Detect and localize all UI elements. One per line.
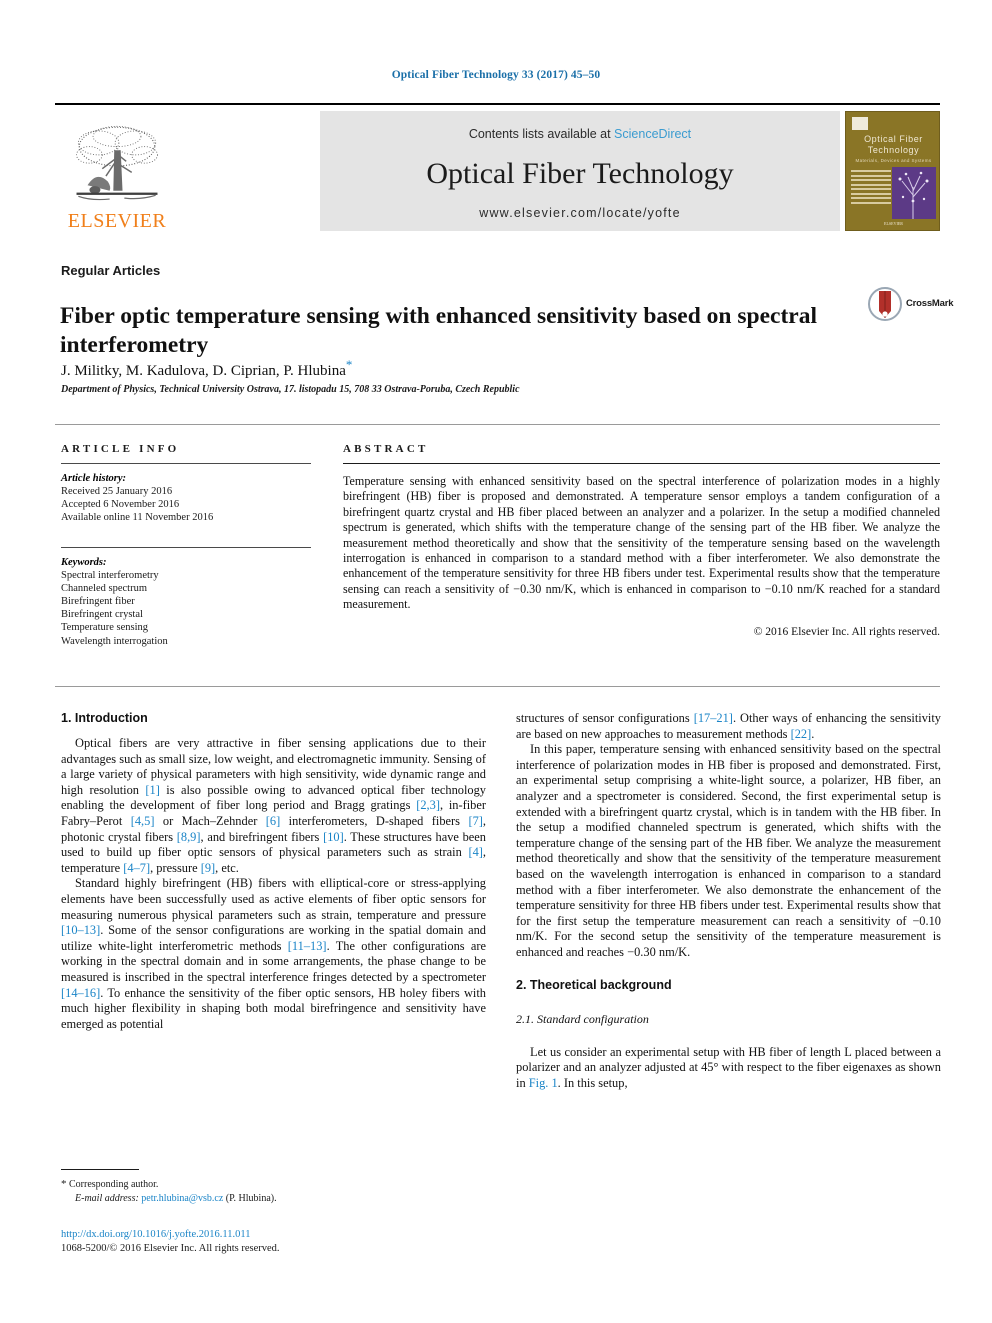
crossmark-icon	[868, 287, 902, 321]
issn-copyright-line: 1068-5200/© 2016 Elsevier Inc. All right…	[61, 1243, 280, 1254]
email-suffix: (P. Hlubina).	[225, 1193, 277, 1204]
keyword-item: Wavelength interrogation	[61, 635, 168, 647]
masthead-top-rule	[55, 103, 940, 105]
keyword-item: Birefringent fiber	[61, 596, 135, 608]
cover-tree-artwork	[892, 167, 936, 219]
contents-prefix: Contents lists available at	[468, 127, 615, 141]
abstract-block-top-rule	[55, 424, 940, 425]
abstract-block: ABSTRACT Temperature sensing with enhanc…	[343, 443, 940, 638]
masthead-band: Contents lists available at ScienceDirec…	[320, 111, 840, 231]
doi-link[interactable]: http://dx.doi.org/10.1016/j.yofte.2016.1…	[61, 1229, 250, 1240]
paragraph: Let us consider an experimental setup wi…	[516, 1044, 941, 1090]
cover-footer: ELSEVIER	[884, 221, 903, 226]
author-list: J. Militky, M. Kadulova, D. Ciprian, P. …	[61, 357, 821, 380]
keyword-item: Channeled spectrum	[61, 582, 148, 594]
abstract-heading: ABSTRACT	[343, 443, 429, 455]
cover-title: Optical Fiber Technology	[846, 134, 939, 156]
journal-url[interactable]: www.elsevier.com/locate/yofte	[320, 206, 840, 220]
corresponding-author-text: Corresponding author.	[69, 1179, 159, 1190]
article-info-block: ARTICLE INFO Article history: Received 2…	[61, 443, 311, 648]
abstract-rule	[343, 463, 940, 464]
cover-subtitle: Materials, Devices and Systems	[855, 158, 932, 163]
cover-tree-icon	[892, 167, 936, 219]
article-info-rule	[61, 463, 311, 464]
corresponding-author-marker[interactable]: *	[346, 357, 353, 372]
running-head: Optical Fiber Technology 33 (2017) 45–50	[391, 69, 601, 81]
journal-title: Optical Fiber Technology	[426, 157, 734, 190]
article-history-accepted: Accepted 6 November 2016	[61, 499, 180, 511]
elsevier-logo: ELSEVIER	[61, 113, 173, 231]
body-column-right: structures of sensor configurations [17–…	[516, 711, 941, 1091]
email-note: E-mail address: petr.hlubina@vsb.cz (P. …	[61, 1192, 491, 1206]
cover-title-line1: Optical Fiber	[864, 134, 923, 144]
elsevier-tree-icon	[76, 125, 158, 201]
article-section-label: Regular Articles	[61, 263, 161, 278]
crossmark-label: CrossMark	[906, 298, 954, 309]
contents-available-line: Contents lists available at ScienceDirec…	[320, 127, 840, 141]
keyword-item: Birefringent crystal	[61, 609, 143, 621]
keyword-item: Temperature sensing	[61, 622, 149, 634]
heading-standard-configuration: 2.1. Standard configuration	[516, 1011, 649, 1026]
paragraph: In this paper, temperature sensing with …	[516, 742, 941, 959]
footnote-block: * Corresponding author. E-mail address: …	[61, 1177, 491, 1206]
body-column-left: 1. Introduction Optical fibers are very …	[61, 711, 486, 1032]
article-history-received: Received 25 January 2016	[61, 486, 173, 497]
page-title: Fiber optic temperature sensing with enh…	[60, 302, 817, 358]
email-link[interactable]: petr.hlubina@vsb.cz	[141, 1193, 223, 1204]
doi-block: http://dx.doi.org/10.1016/j.yofte.2016.1…	[61, 1228, 491, 1256]
corresponding-author-note: * Corresponding author.	[61, 1177, 491, 1192]
cover-title-line2: Technology	[867, 145, 920, 155]
paragraph: Optical fibers are very attractive in fi…	[61, 736, 486, 875]
journal-masthead: ELSEVIER Contents lists available at Sci…	[55, 103, 940, 231]
email-label: E-mail address:	[75, 1193, 139, 1204]
crossmark-badge[interactable]: CrossMark	[868, 287, 958, 321]
keywords-rule	[61, 546, 311, 548]
heading-theoretical-background: 2. Theoretical background	[516, 977, 672, 992]
article-info-heading: ARTICLE INFO	[61, 443, 180, 455]
author-names: J. Militky, M. Kadulova, D. Ciprian, P. …	[61, 363, 346, 379]
journal-cover-thumbnail[interactable]: Optical Fiber Technology Materials, Devi…	[845, 111, 940, 231]
cover-elsevier-mark-icon	[852, 117, 868, 130]
footnote-rule	[61, 1169, 139, 1170]
keyword-item: Spectral interferometry	[61, 569, 159, 581]
elsevier-wordmark: ELSEVIER	[67, 210, 167, 232]
cover-bullet-list	[851, 170, 891, 206]
paragraph: Standard highly birefringent (HB) fibers…	[61, 876, 486, 1031]
article-history-online: Available online 11 November 2016	[61, 512, 214, 524]
keywords-label: Keywords:	[61, 556, 107, 568]
abstract-text: Temperature sensing with enhanced sensit…	[343, 474, 940, 612]
paper-page: Optical Fiber Technology 33 (2017) 45–50	[0, 0, 992, 1323]
sciencedirect-link[interactable]: ScienceDirect	[614, 127, 691, 141]
paragraph: structures of sensor configurations [17–…	[516, 711, 941, 741]
abstract-copyright: © 2016 Elsevier Inc. All rights reserved…	[753, 625, 940, 638]
abstract-block-bottom-rule	[55, 686, 940, 687]
heading-introduction: 1. Introduction	[61, 711, 148, 725]
footnote-star: *	[61, 1178, 67, 1190]
article-history-label: Article history:	[61, 473, 127, 484]
affiliation: Department of Physics, Technical Univers…	[61, 384, 520, 395]
